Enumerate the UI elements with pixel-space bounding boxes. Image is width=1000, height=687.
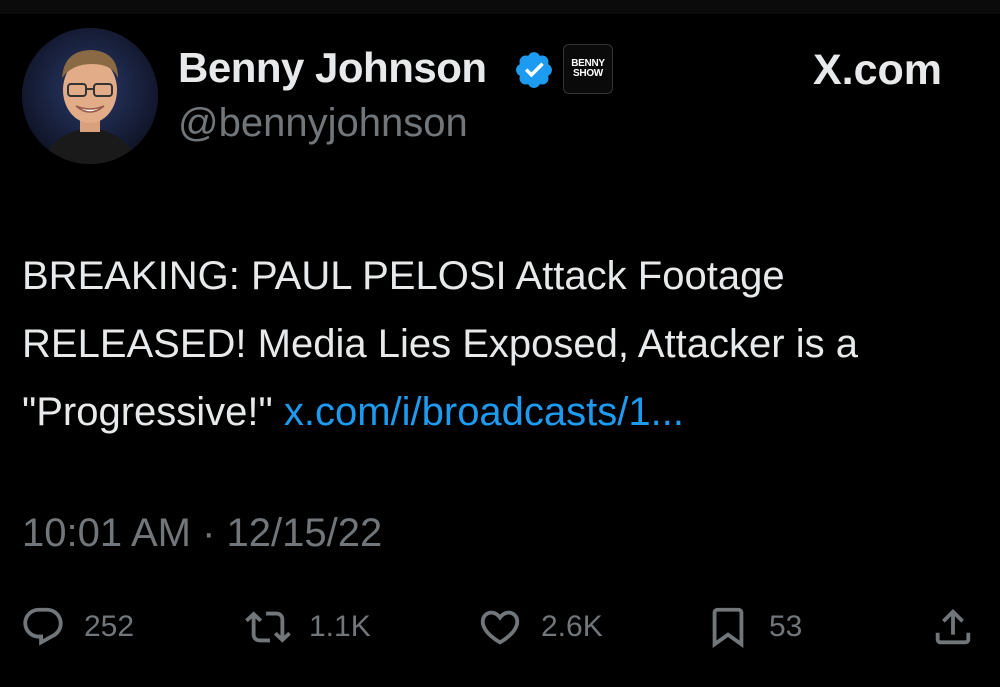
avatar-image: [22, 28, 158, 164]
site-mark: X.com: [813, 46, 943, 94]
bookmark-button[interactable]: 53: [705, 603, 802, 651]
repost-icon: [245, 611, 291, 643]
tweet-body: BREAKING: PAUL PELOSI Attack Footage REL…: [22, 242, 982, 446]
affiliate-badge-line: SHOW: [573, 68, 603, 79]
bookmark-count: 53: [769, 610, 803, 643]
share-button[interactable]: [930, 603, 976, 651]
bookmark-icon: [712, 607, 744, 648]
heart-icon: [480, 610, 520, 645]
reply-button[interactable]: 252: [20, 603, 134, 651]
like-button[interactable]: 2.6K: [477, 603, 603, 651]
repost-count: 1.1K: [309, 610, 371, 643]
like-count: 2.6K: [541, 610, 603, 643]
repost-button[interactable]: 1.1K: [245, 603, 371, 651]
verified-badge-icon: [516, 52, 552, 88]
top-strip: [0, 0, 1000, 14]
tweet-timestamp[interactable]: 10:01 AM · 12/15/22: [22, 511, 382, 556]
affiliate-badge[interactable]: BENNY SHOW: [563, 44, 613, 94]
user-handle[interactable]: @bennyjohnson: [178, 101, 468, 146]
reply-icon: [23, 607, 63, 646]
avatar[interactable]: [22, 28, 158, 164]
tweet-link[interactable]: x.com/i/broadcasts/1...: [284, 390, 684, 434]
display-name[interactable]: Benny Johnson: [178, 44, 487, 92]
share-icon: [935, 608, 971, 645]
reply-count: 252: [84, 610, 135, 643]
